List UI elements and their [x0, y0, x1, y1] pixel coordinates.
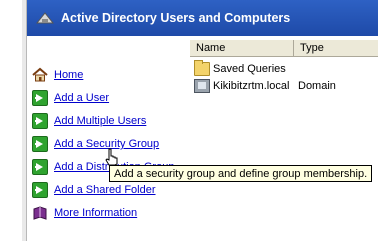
task-add-multiple-users[interactable]: Add Multiple Users — [32, 112, 146, 130]
task-add-shared-folder-label[interactable]: Add a Shared Folder — [54, 184, 156, 196]
task-home-label[interactable]: Home — [54, 69, 83, 81]
task-add-user[interactable]: Add a User — [32, 89, 109, 107]
left-tree-strip — [0, 0, 27, 241]
home-icon — [32, 67, 48, 83]
task-add-user-label[interactable]: Add a User — [54, 92, 109, 104]
task-add-multiple-users-label[interactable]: Add Multiple Users — [54, 115, 146, 127]
green-arrow-icon — [32, 136, 48, 152]
ad-users-icon — [35, 11, 55, 25]
hand-cursor-icon — [105, 148, 118, 166]
column-header-type[interactable]: Type — [294, 40, 378, 57]
green-arrow-icon — [32, 90, 48, 106]
column-type-label: Type — [300, 42, 324, 54]
column-name-label: Name — [196, 42, 226, 54]
column-header-name[interactable]: Name — [190, 40, 294, 57]
header-title: Active Directory Users and Computers — [61, 11, 291, 25]
list-item-name: Kikibitzrtm.local — [213, 80, 290, 92]
taskpad-panel: Home Add a User Add Multiple Users Add a… — [27, 36, 187, 241]
task-add-security-group[interactable]: Add a Security Group — [32, 135, 159, 153]
tooltip-text: Add a security group and define group me… — [114, 167, 368, 180]
green-arrow-icon — [32, 113, 48, 129]
task-home[interactable]: Home — [32, 66, 83, 84]
list-item-type: Domain — [298, 80, 336, 92]
green-arrow-icon — [32, 182, 48, 198]
tooltip: Add a security group and define group me… — [109, 165, 373, 182]
folder-icon — [194, 60, 210, 76]
list-item-name: Saved Queries — [213, 63, 286, 75]
task-more-information[interactable]: More Information — [32, 204, 137, 222]
green-arrow-icon — [32, 159, 48, 175]
results-list: Name Type Saved Queries Kikibitzrtm.loca… — [190, 36, 378, 241]
domain-icon — [194, 79, 210, 93]
book-icon — [32, 205, 48, 221]
splitter[interactable] — [22, 0, 26, 241]
task-add-shared-folder[interactable]: Add a Shared Folder — [32, 181, 156, 199]
list-item[interactable]: Kikibitzrtm.local Domain — [194, 78, 374, 94]
list-item[interactable]: Saved Queries — [194, 60, 286, 77]
taskpad-header: Active Directory Users and Computers — [27, 0, 378, 36]
task-more-information-label[interactable]: More Information — [54, 207, 137, 219]
